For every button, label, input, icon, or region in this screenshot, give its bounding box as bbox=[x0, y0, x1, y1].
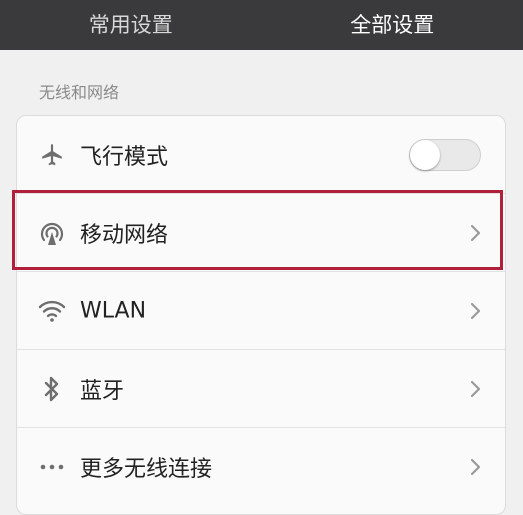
wireless-settings-card: 飞行模式 移动网络 WLAN bbox=[16, 115, 506, 515]
settings-tabbar: 常用设置 全部设置 bbox=[0, 0, 523, 50]
tab-common-settings[interactable]: 常用设置 bbox=[0, 0, 262, 50]
settings-row-label: 蓝牙 bbox=[80, 373, 124, 405]
chevron-right-icon bbox=[469, 379, 483, 399]
settings-row-airplane-mode[interactable]: 飞行模式 bbox=[17, 116, 505, 194]
settings-row-more-wireless[interactable]: 更多无线连接 bbox=[17, 428, 505, 506]
bluetooth-icon bbox=[37, 374, 67, 404]
settings-row-label: 飞行模式 bbox=[80, 139, 168, 171]
section-title-wireless-network: 无线和网络 bbox=[39, 79, 119, 103]
more-dots-icon bbox=[37, 452, 67, 482]
airplane-mode-toggle[interactable] bbox=[409, 139, 481, 171]
airplane-icon bbox=[37, 140, 67, 170]
chevron-right-icon bbox=[469, 301, 483, 321]
settings-row-label: 更多无线连接 bbox=[80, 451, 212, 483]
settings-row-label: 移动网络 bbox=[80, 217, 168, 249]
settings-row-label: WLAN bbox=[80, 298, 146, 323]
wifi-icon bbox=[37, 296, 67, 326]
settings-row-mobile-network[interactable]: 移动网络 bbox=[17, 194, 505, 272]
tab-all-settings[interactable]: 全部设置 bbox=[262, 0, 523, 50]
settings-row-bluetooth[interactable]: 蓝牙 bbox=[17, 350, 505, 428]
settings-row-wlan[interactable]: WLAN bbox=[17, 272, 505, 350]
chevron-right-icon bbox=[469, 223, 483, 243]
toggle-knob bbox=[410, 140, 440, 170]
chevron-right-icon bbox=[469, 457, 483, 477]
cellular-signal-icon bbox=[37, 218, 67, 248]
